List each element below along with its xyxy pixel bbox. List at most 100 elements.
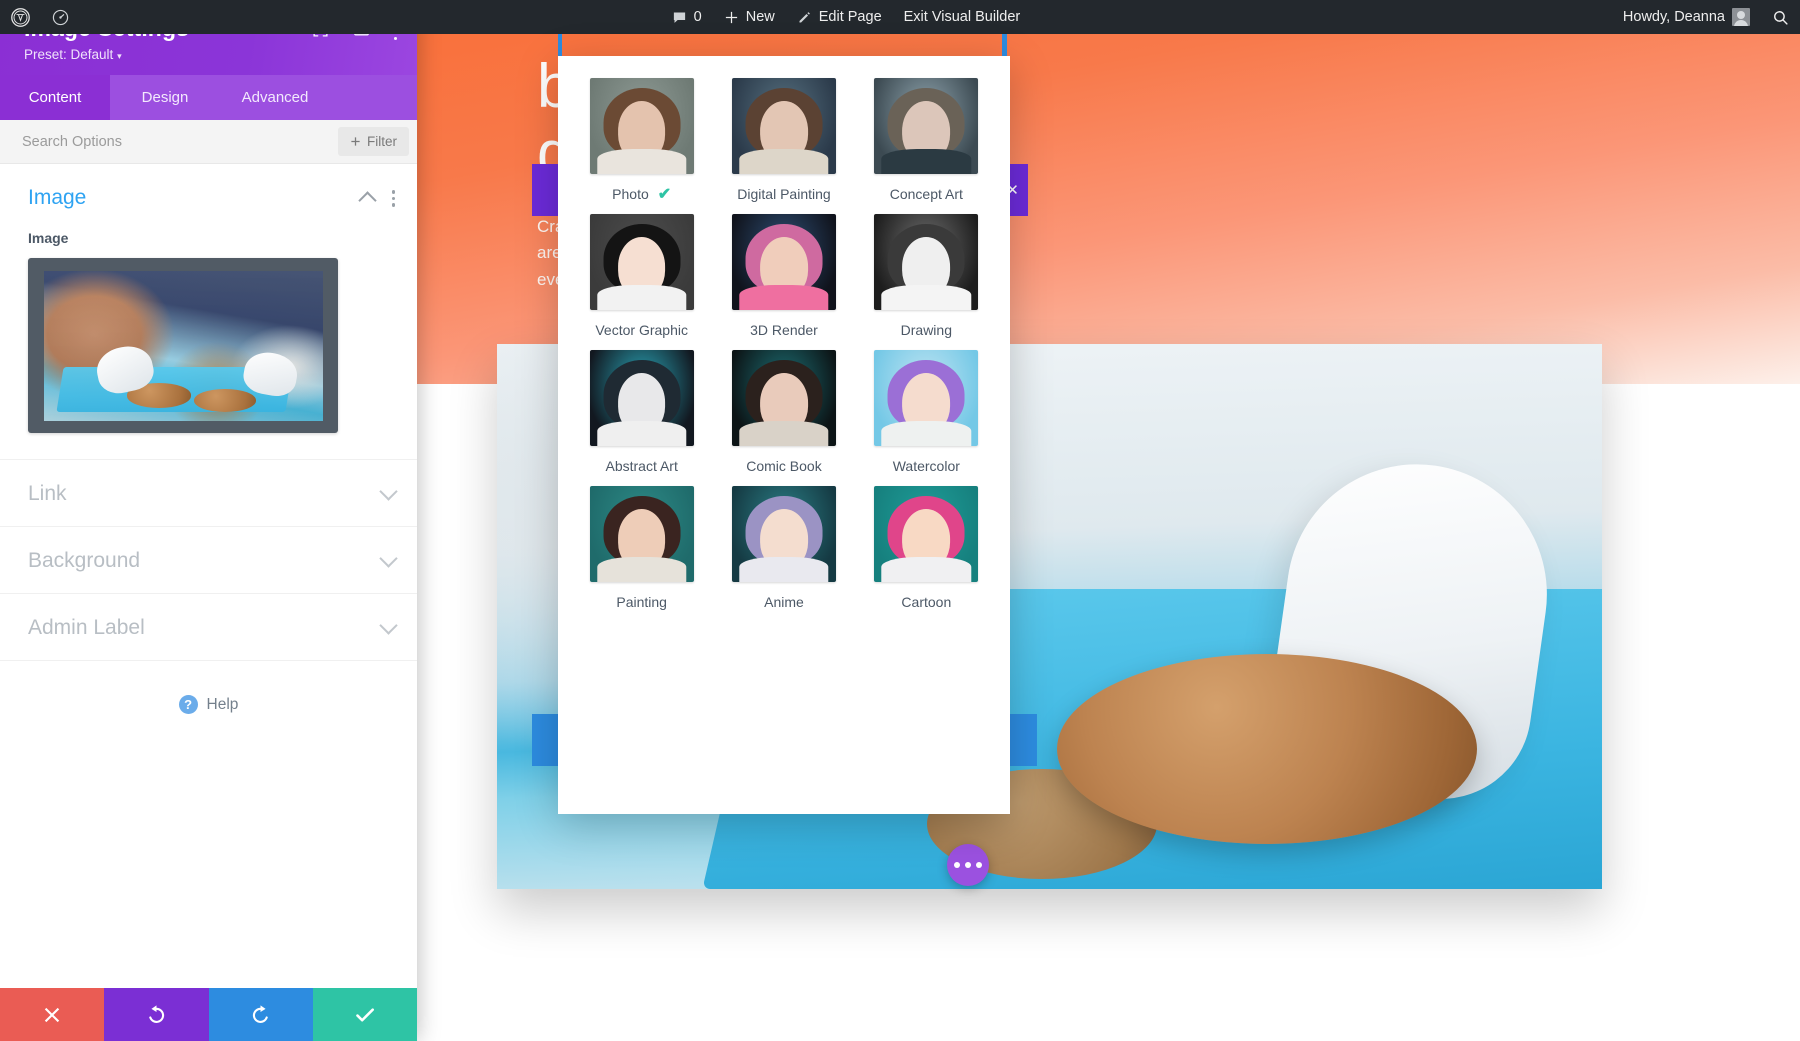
new-label: New <box>746 9 775 25</box>
style-option-caption: 3D Render <box>750 320 818 340</box>
style-option[interactable]: Photo✔ <box>582 78 701 204</box>
style-option-label: Watercolor <box>893 458 960 474</box>
search-input[interactable] <box>22 134 338 150</box>
style-option-caption: Comic Book <box>746 456 821 476</box>
comments-link[interactable]: 0 <box>661 0 713 34</box>
style-option[interactable]: Painting <box>582 486 701 612</box>
divi-floating-menu-button[interactable] <box>947 844 989 886</box>
section-admin-label-header[interactable]: Admin Label <box>0 594 417 660</box>
tab-content[interactable]: Content <box>0 75 110 120</box>
panel-preset-selector[interactable]: Preset: Default ▾ <box>24 47 189 62</box>
style-thumbnail <box>874 350 978 446</box>
check-icon <box>354 1004 376 1026</box>
pencil-icon <box>797 10 812 25</box>
edit-page-button[interactable]: Edit Page <box>786 0 893 34</box>
section-link-header[interactable]: Link <box>0 460 417 526</box>
style-option[interactable]: Watercolor <box>867 350 986 476</box>
style-option[interactable]: Anime <box>724 486 843 612</box>
tab-advanced[interactable]: Advanced <box>220 75 330 120</box>
section-admin-label-title: Admin Label <box>28 616 145 640</box>
style-thumbnail <box>590 214 694 310</box>
section-background: Background <box>0 527 417 594</box>
section-background-title: Background <box>28 549 140 573</box>
tab-design[interactable]: Design <box>110 75 220 120</box>
style-option-caption: Abstract Art <box>605 456 677 476</box>
style-thumbnail <box>590 78 694 174</box>
chevron-down-icon[interactable] <box>379 550 397 568</box>
style-option[interactable]: Digital Painting <box>724 78 843 204</box>
exit-visual-builder-label: Exit Visual Builder <box>904 9 1021 25</box>
filter-label: Filter <box>367 134 397 149</box>
search-icon[interactable] <box>1761 0 1800 34</box>
style-thumbnail <box>874 78 978 174</box>
site-dashboard-icon[interactable] <box>41 0 80 34</box>
ellipsis-icon-dot-1 <box>954 862 960 868</box>
undo-button[interactable] <box>104 988 208 1041</box>
style-thumbnail-body <box>739 557 828 582</box>
filter-button[interactable]: Filter <box>338 127 409 156</box>
style-thumbnail <box>732 486 836 582</box>
help-label: Help <box>207 696 239 714</box>
style-option-label: Drawing <box>901 322 952 338</box>
redo-arrow-icon <box>250 1004 271 1025</box>
edit-page-label: Edit Page <box>819 9 882 25</box>
save-button[interactable] <box>313 988 417 1041</box>
style-thumbnail <box>874 214 978 310</box>
style-thumbnail <box>874 486 978 582</box>
cancel-button[interactable] <box>0 988 104 1041</box>
ellipsis-icon-dot-2 <box>965 862 971 868</box>
check-icon: ✔ <box>658 184 671 204</box>
style-thumbnail-body <box>597 421 686 446</box>
section-image: Image Image <box>0 164 417 460</box>
tab-label: Advanced <box>242 89 309 106</box>
section-more-options-icon[interactable] <box>392 190 396 207</box>
chevron-up-icon[interactable] <box>358 192 376 210</box>
style-options-grid: Photo✔Digital PaintingConcept Art Vector … <box>558 56 1010 612</box>
style-option[interactable]: Abstract Art <box>582 350 701 476</box>
style-option[interactable]: Comic Book <box>724 350 843 476</box>
style-option[interactable]: Concept Art <box>867 78 986 204</box>
image-preview[interactable] <box>28 258 338 433</box>
tab-label: Design <box>142 89 189 106</box>
style-thumbnail-body <box>597 557 686 582</box>
plus-icon <box>350 136 361 147</box>
section-admin-label: Admin Label <box>0 594 417 661</box>
tab-label: Content <box>29 89 82 106</box>
ellipsis-icon-dot-3 <box>976 862 982 868</box>
avatar <box>1732 8 1750 26</box>
style-option[interactable]: Cartoon <box>867 486 986 612</box>
wordpress-admin-bar: 0 New Edit Page Exit Visual Builder Howd… <box>0 0 1800 34</box>
style-option-label: Painting <box>616 594 667 610</box>
style-thumbnail-body <box>597 285 686 310</box>
chevron-down-icon[interactable] <box>379 617 397 635</box>
chevron-down-icon[interactable] <box>379 483 397 501</box>
section-background-header[interactable]: Background <box>0 527 417 593</box>
style-option-label: Abstract Art <box>605 458 677 474</box>
account-menu[interactable]: Howdy, Deanna <box>1612 0 1761 34</box>
help-link[interactable]: ? Help <box>0 661 417 714</box>
style-option-label: Comic Book <box>746 458 821 474</box>
comments-count: 0 <box>694 9 702 25</box>
exit-visual-builder-button[interactable]: Exit Visual Builder <box>893 0 1032 34</box>
style-option[interactable]: Vector Graphic <box>582 214 701 340</box>
image-field-label: Image <box>28 230 389 246</box>
style-option-caption: Cartoon <box>901 592 951 612</box>
panel-body: Image Image <box>0 164 417 988</box>
wordpress-logo-icon[interactable] <box>0 0 41 34</box>
style-thumbnail-body <box>882 149 971 174</box>
howdy-label: Howdy, Deanna <box>1623 9 1725 25</box>
chevron-down-icon: ▾ <box>117 51 122 61</box>
close-x-icon <box>42 1005 62 1025</box>
search-options-bar: Filter <box>0 120 417 164</box>
panel-tabs: Content Design Advanced <box>0 75 417 120</box>
style-thumbnail-body <box>882 557 971 582</box>
section-image-header[interactable]: Image <box>0 164 417 230</box>
image-preview-cookie-2 <box>194 389 255 412</box>
redo-button[interactable] <box>209 988 313 1041</box>
new-content-button[interactable]: New <box>713 0 786 34</box>
style-option[interactable]: 3D Render <box>724 214 843 340</box>
style-option[interactable]: Drawing <box>867 214 986 340</box>
comment-icon <box>672 10 687 25</box>
style-thumbnail-body <box>882 421 971 446</box>
style-thumbnail <box>732 350 836 446</box>
